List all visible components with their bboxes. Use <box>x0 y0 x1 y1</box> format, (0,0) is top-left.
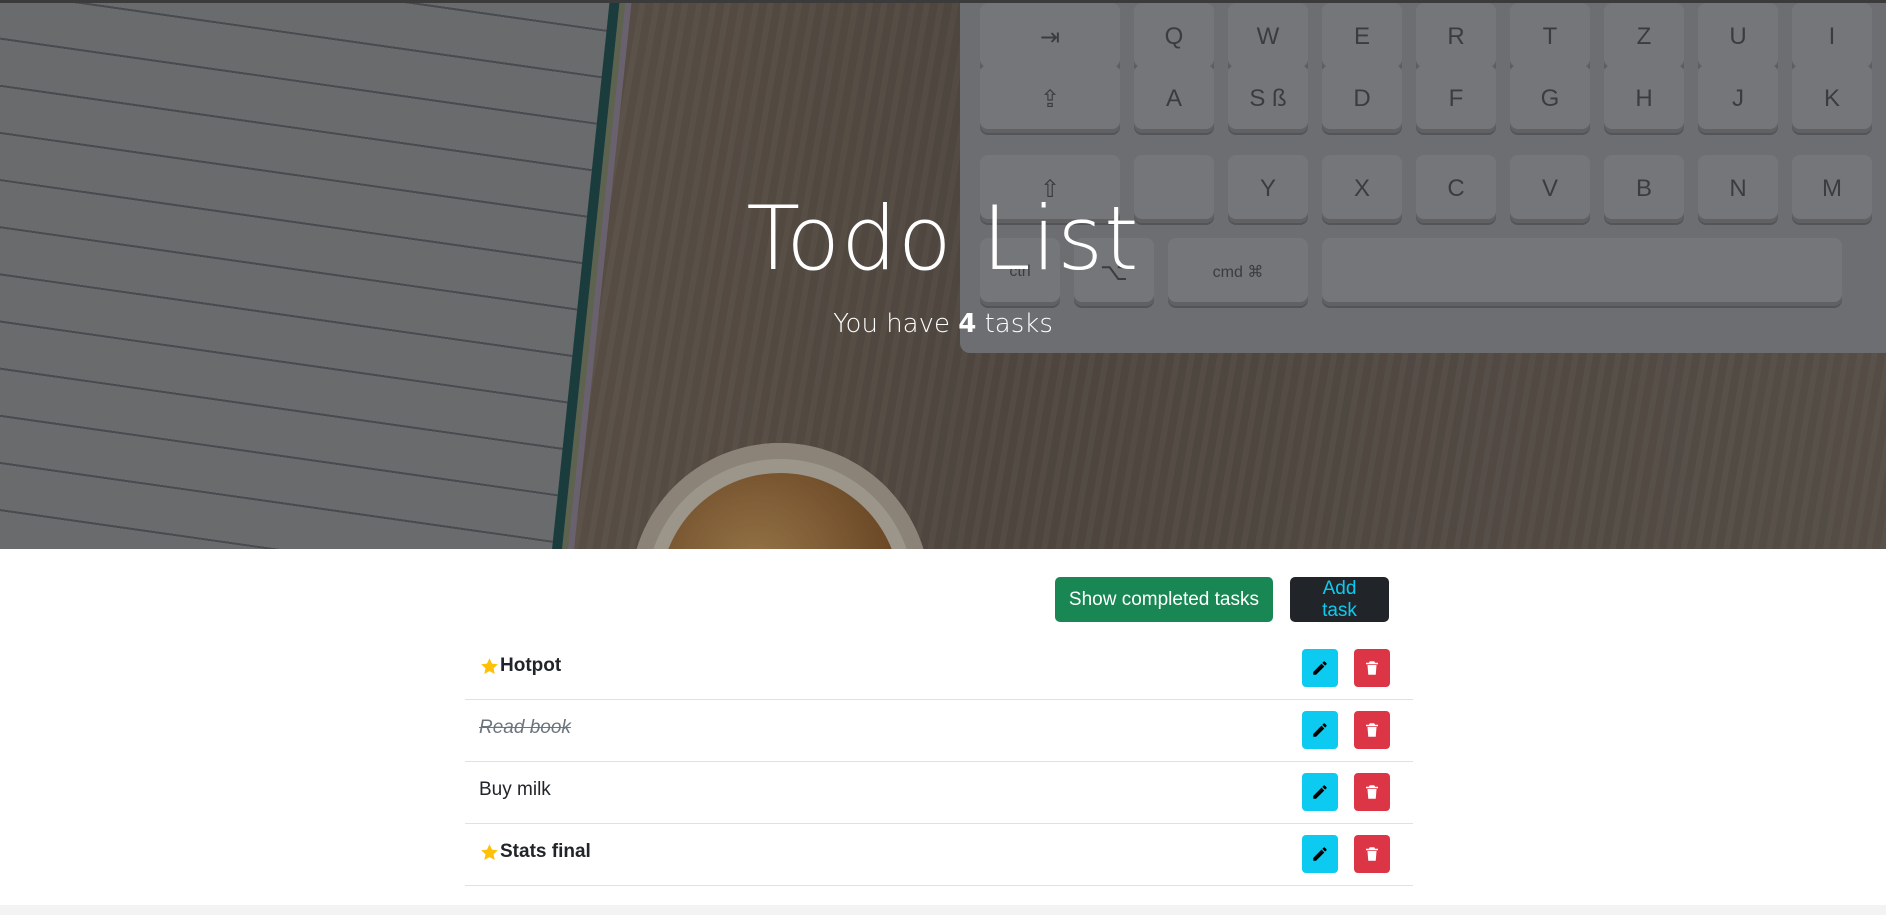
delete-task-button[interactable] <box>1354 773 1390 811</box>
pencil-icon <box>1313 847 1327 861</box>
toolbar: Show completed tasks Add task <box>465 577 1389 622</box>
star-icon <box>481 657 498 674</box>
task-list: Hotpot Read book Buy milk Stats final <box>465 638 1413 886</box>
todo-page: ⇥ Q W E R T Z U I ⇪ A S ß D F G H J K ⇧ … <box>0 0 1886 915</box>
trash-icon <box>1366 847 1378 861</box>
task-label[interactable]: Buy milk <box>479 762 551 818</box>
edit-task-button[interactable] <box>1302 773 1338 811</box>
delete-task-button[interactable] <box>1354 835 1390 873</box>
edit-task-button[interactable] <box>1302 711 1338 749</box>
task-label[interactable]: Read book <box>479 700 571 756</box>
page-footer <box>0 905 1886 915</box>
task-row: Stats final <box>465 824 1413 886</box>
pencil-icon <box>1313 661 1327 675</box>
pencil-icon <box>1313 723 1327 737</box>
task-row: Read book <box>465 700 1413 762</box>
add-task-button[interactable]: Add task <box>1290 577 1389 622</box>
pencil-icon <box>1313 785 1327 799</box>
page-title: Todo List <box>746 187 1140 290</box>
task-label[interactable]: Stats final <box>479 824 591 880</box>
edit-task-button[interactable] <box>1302 835 1338 873</box>
task-row: Hotpot <box>465 638 1413 700</box>
hero-banner: ⇥ Q W E R T Z U I ⇪ A S ß D F G H J K ⇧ … <box>0 3 1886 549</box>
star-icon <box>481 843 498 860</box>
task-label[interactable]: Hotpot <box>479 638 561 694</box>
trash-icon <box>1366 661 1378 675</box>
trash-icon <box>1366 785 1378 799</box>
task-count-summary: You have 4 tasks <box>833 309 1053 339</box>
trash-icon <box>1366 723 1378 737</box>
show-completed-button[interactable]: Show completed tasks <box>1054 577 1273 622</box>
task-row: Buy milk <box>465 762 1413 824</box>
main-content: Show completed tasks Add task Hotpot Rea… <box>0 549 1886 905</box>
hero-content: Todo List You have 4 tasks <box>0 187 1886 339</box>
delete-task-button[interactable] <box>1354 649 1390 687</box>
task-count: 4 <box>958 309 977 339</box>
delete-task-button[interactable] <box>1354 711 1390 749</box>
edit-task-button[interactable] <box>1302 649 1338 687</box>
